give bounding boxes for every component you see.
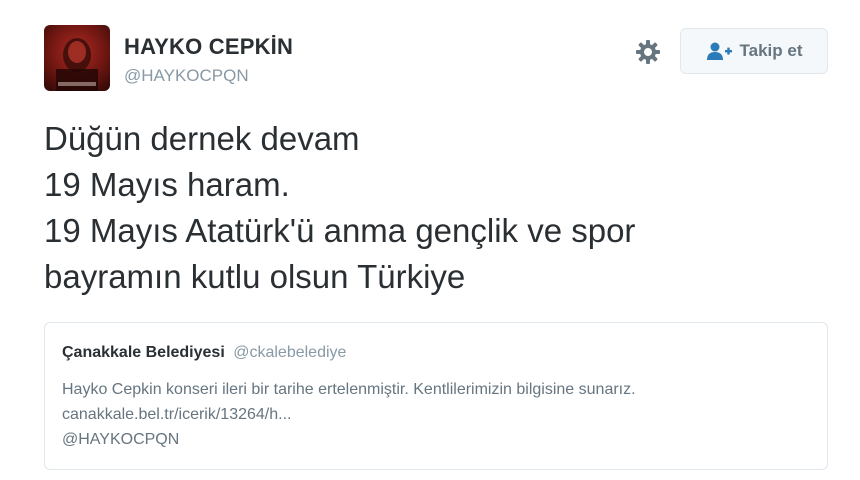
quoted-tweet-body: Hayko Cepkin konseri ileri bir tarihe er… (62, 377, 812, 452)
gear-icon[interactable] (634, 38, 662, 66)
tweet-line: 19 Mayıs Atatürk'ü anma gençlik ve spor (44, 212, 636, 249)
tweet-line: 19 Mayıs haram. (44, 166, 290, 203)
display-name[interactable]: HAYKO CEPKİN (124, 34, 293, 60)
quoted-tweet-handle: @ckalebelediye (233, 344, 347, 361)
screen-name[interactable]: @HAYKOCPQN (124, 66, 249, 86)
quoted-tweet-name: Çanakkale Belediyesi (62, 344, 225, 361)
follow-button[interactable]: Takip et (680, 28, 828, 74)
quoted-tweet-line: Hayko Cepkin konseri ileri bir tarihe er… (62, 381, 636, 398)
tweet-card: HAYKO CEPKİN @HAYKOCPQN Takip et Düğün d… (0, 0, 860, 480)
quoted-tweet-link[interactable]: canakkale.bel.tr/icerik/13264/h... (62, 402, 812, 427)
quoted-tweet-header: Çanakkale Belediyesi @ckalebelediye (62, 344, 346, 362)
tweet-line: bayramın kutlu olsun Türkiye (44, 258, 466, 295)
add-user-icon (706, 41, 732, 61)
tweet-text: Düğün dernek devam 19 Mayıs haram. 19 Ma… (44, 116, 824, 300)
avatar[interactable] (44, 25, 110, 91)
quoted-tweet-mention[interactable]: @HAYKOCPQN (62, 427, 812, 452)
quoted-tweet[interactable]: Çanakkale Belediyesi @ckalebelediye Hayk… (44, 322, 828, 470)
tweet-line: Düğün dernek devam (44, 120, 360, 157)
follow-label: Takip et (739, 41, 803, 60)
